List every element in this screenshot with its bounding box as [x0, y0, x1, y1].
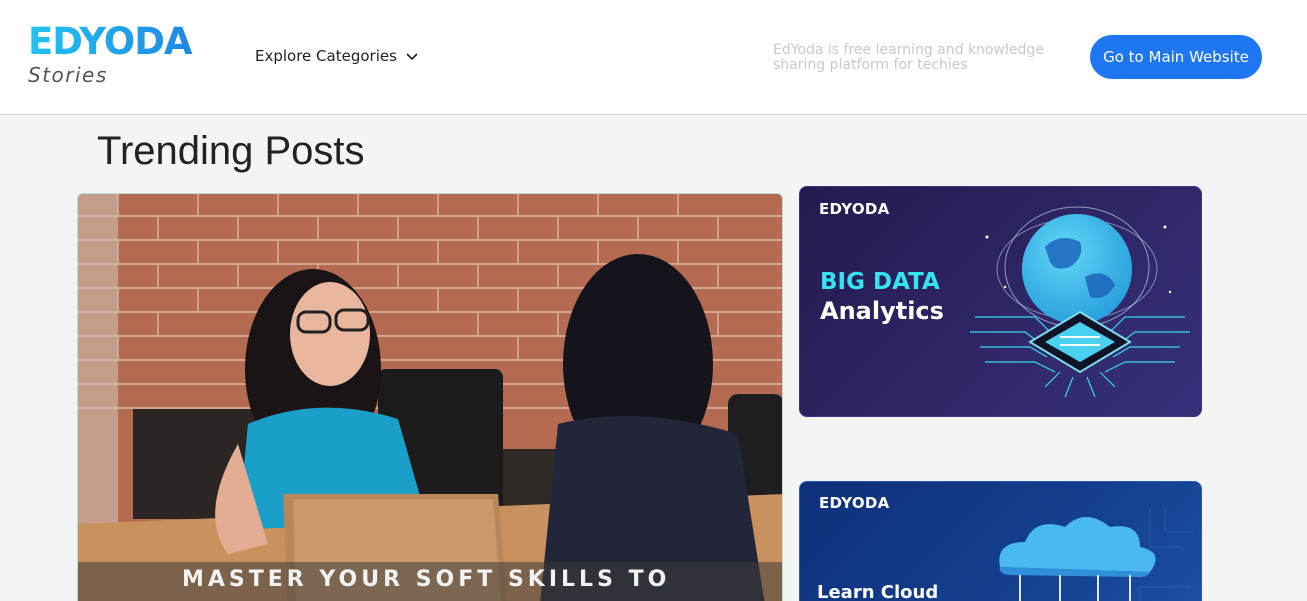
site-header: EDYODA Stories Explore Categories EdYoda…: [0, 0, 1307, 115]
featured-post-caption: MASTER YOUR SOFT SKILLS TO: [182, 567, 671, 592]
logo-wordmark: EDYODA: [28, 20, 193, 63]
featured-post-image: [78, 194, 782, 601]
card-title-line1: Learn Cloud: [817, 582, 939, 601]
card-brand: EDYODA: [819, 200, 890, 218]
section-title: Trending Posts: [97, 129, 365, 173]
card-title-line1: BIG DATA: [820, 269, 940, 295]
edyoda-stories-logo[interactable]: EDYODA Stories: [28, 22, 218, 88]
post-card-cloud[interactable]: EDYODA Learn Cloud: [799, 481, 1202, 601]
featured-post-card[interactable]: MASTER YOUR SOFT SKILLS TO: [77, 193, 783, 601]
card-brand: EDYODA: [819, 494, 890, 512]
card-title-line2: Analytics: [820, 297, 944, 325]
go-to-main-website-button[interactable]: Go to Main Website: [1090, 35, 1262, 79]
post-card-big-data[interactable]: EDYODA BIG DATA Analytics: [799, 186, 1202, 417]
cloud-illustration: [999, 507, 1195, 601]
chevron-down-icon: [406, 53, 418, 61]
logo-subtitle: Stories: [28, 63, 108, 87]
site-tagline: EdYoda is free learning and knowledge sh…: [773, 42, 1044, 73]
globe-chip-illustration: [970, 206, 1190, 398]
explore-categories-dropdown[interactable]: Explore Categories: [255, 47, 419, 65]
explore-categories-label: Explore Categories: [255, 47, 397, 65]
